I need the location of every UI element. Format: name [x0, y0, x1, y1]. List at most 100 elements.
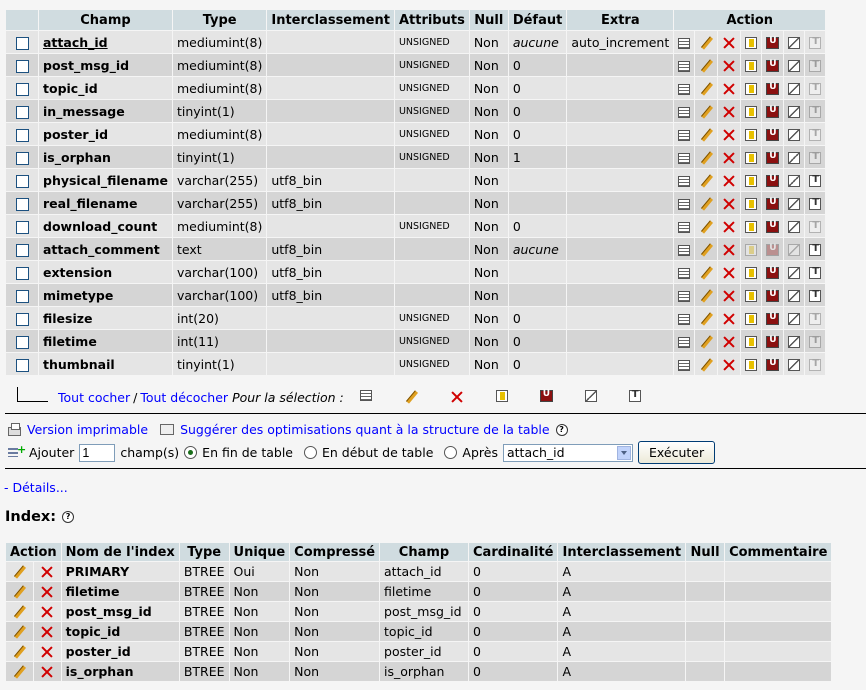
after-field-select[interactable]: attach_id	[502, 443, 633, 462]
fulltext-icon[interactable]	[809, 59, 822, 72]
fulltext-icon[interactable]	[809, 220, 822, 233]
primary-key-icon[interactable]	[745, 244, 758, 256]
row-checkbox[interactable]	[15, 151, 29, 165]
index-icon[interactable]	[788, 290, 801, 302]
fulltext-icon[interactable]	[809, 266, 822, 279]
row-checkbox[interactable]	[15, 59, 29, 73]
browse-icon[interactable]	[678, 267, 691, 279]
unique-icon[interactable]	[766, 312, 780, 325]
after-label[interactable]: Après	[462, 445, 498, 460]
primary-key-icon[interactable]	[745, 267, 758, 279]
fulltext-icon[interactable]	[809, 36, 822, 49]
browse-icon[interactable]	[678, 336, 691, 348]
index-icon[interactable]	[788, 267, 801, 279]
fulltext-icon[interactable]	[809, 174, 822, 187]
at-end-label[interactable]: En fin de table	[202, 445, 293, 460]
unique-icon[interactable]	[766, 105, 780, 118]
row-checkbox[interactable]	[15, 105, 29, 119]
drop-icon[interactable]	[722, 289, 736, 303]
edit-icon[interactable]	[699, 358, 713, 372]
index-icon[interactable]	[788, 37, 801, 49]
browse-icon[interactable]	[678, 37, 691, 49]
unique-selected-icon[interactable]	[539, 389, 553, 402]
propose-structure-link[interactable]: Suggérer des optimisations quant à la st…	[180, 422, 550, 437]
row-checkbox[interactable]	[15, 243, 29, 257]
browse-icon[interactable]	[678, 221, 691, 233]
check-all-link[interactable]: Tout cocher	[58, 390, 130, 405]
edit-icon[interactable]	[12, 645, 26, 659]
edit-icon[interactable]	[699, 335, 713, 349]
unique-icon[interactable]	[766, 36, 780, 49]
drop-icon[interactable]	[722, 243, 736, 257]
row-checkbox[interactable]	[15, 82, 29, 96]
index-icon[interactable]	[788, 244, 801, 256]
details-link[interactable]: - Détails...	[4, 480, 68, 495]
drop-icon[interactable]	[722, 59, 736, 73]
primary-selected-icon[interactable]	[495, 390, 508, 402]
drop-icon[interactable]	[722, 82, 736, 96]
browse-icon[interactable]	[678, 152, 691, 164]
drop-icon[interactable]	[722, 128, 736, 142]
field-count-input[interactable]	[79, 443, 116, 462]
row-checkbox[interactable]	[15, 335, 29, 349]
fulltext-icon[interactable]	[809, 82, 822, 95]
edit-icon[interactable]	[12, 625, 26, 639]
fulltext-icon[interactable]	[809, 358, 822, 371]
unique-icon[interactable]	[766, 220, 780, 233]
drop-icon[interactable]	[40, 585, 54, 599]
fulltext-selected-icon[interactable]	[628, 389, 641, 402]
fulltext-icon[interactable]	[809, 243, 822, 256]
browse-icon[interactable]	[678, 60, 691, 72]
index-icon[interactable]	[788, 336, 801, 348]
print-view-link[interactable]: Version imprimable	[27, 422, 148, 437]
browse-selected-icon[interactable]	[359, 390, 372, 401]
help-icon[interactable]: ?	[555, 423, 568, 436]
edit-icon[interactable]	[699, 82, 713, 96]
row-checkbox[interactable]	[15, 197, 29, 211]
browse-icon[interactable]	[678, 290, 691, 302]
index-icon[interactable]	[788, 129, 801, 141]
index-help-icon[interactable]: ?	[62, 511, 75, 523]
browse-icon[interactable]	[678, 129, 691, 141]
edit-icon[interactable]	[699, 289, 713, 303]
drop-icon[interactable]	[722, 335, 736, 349]
execute-button[interactable]: Exécuter	[637, 441, 716, 464]
drop-icon[interactable]	[722, 358, 736, 372]
primary-key-icon[interactable]	[745, 129, 758, 141]
primary-key-icon[interactable]	[745, 290, 758, 302]
after-radio[interactable]	[444, 446, 458, 459]
edit-icon[interactable]	[699, 220, 713, 234]
index-icon[interactable]	[788, 106, 801, 118]
uncheck-all-link[interactable]: Tout décocher	[140, 390, 228, 405]
at-end-radio[interactable]	[184, 446, 198, 459]
chevron-down-icon[interactable]	[616, 445, 631, 460]
unique-icon[interactable]	[766, 82, 780, 95]
fulltext-icon[interactable]	[809, 335, 822, 348]
unique-icon[interactable]	[766, 151, 780, 164]
drop-icon[interactable]	[722, 105, 736, 119]
unique-icon[interactable]	[766, 174, 780, 187]
drop-icon[interactable]	[40, 665, 54, 679]
index-icon[interactable]	[788, 221, 801, 233]
index-icon[interactable]	[788, 313, 801, 325]
primary-key-icon[interactable]	[745, 60, 758, 72]
primary-key-icon[interactable]	[745, 359, 758, 371]
edit-icon[interactable]	[12, 585, 26, 599]
unique-icon[interactable]	[766, 243, 780, 256]
fulltext-icon[interactable]	[809, 289, 822, 302]
fulltext-icon[interactable]	[809, 312, 822, 325]
edit-icon[interactable]	[699, 174, 713, 188]
drop-icon[interactable]	[722, 266, 736, 280]
index-icon[interactable]	[788, 83, 801, 95]
drop-icon[interactable]	[40, 645, 54, 659]
primary-key-icon[interactable]	[745, 175, 758, 187]
drop-icon[interactable]	[722, 151, 736, 165]
unique-icon[interactable]	[766, 358, 780, 371]
edit-icon[interactable]	[699, 243, 713, 257]
drop-selected-icon[interactable]	[450, 390, 464, 404]
drop-icon[interactable]	[40, 565, 54, 579]
edit-icon[interactable]	[699, 105, 713, 119]
drop-icon[interactable]	[40, 605, 54, 619]
edit-icon[interactable]	[12, 665, 26, 679]
drop-icon[interactable]	[722, 197, 736, 211]
